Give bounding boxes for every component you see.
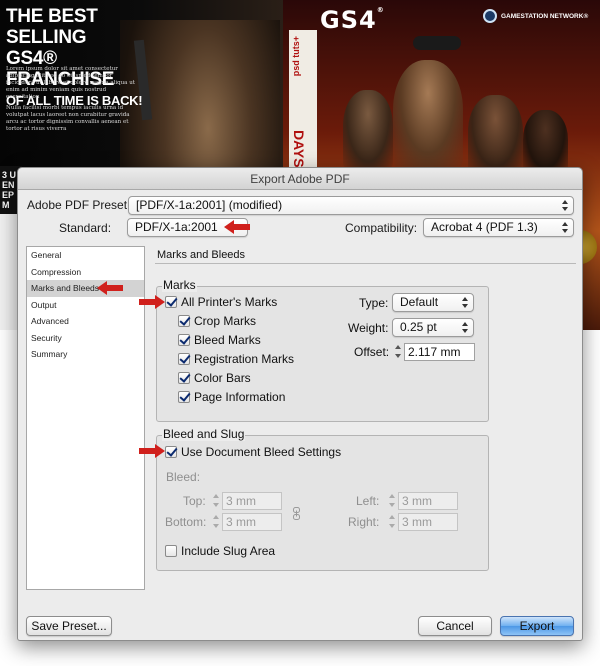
- checkbox-checked-icon: [178, 353, 190, 365]
- use-document-bleed-label: Use Document Bleed Settings: [181, 445, 342, 459]
- bleed-top-label: Top:: [183, 494, 206, 508]
- bleed-top-stepper[interactable]: [212, 492, 221, 509]
- export-button[interactable]: Export: [500, 616, 574, 636]
- offset-label: Offset:: [354, 345, 390, 359]
- bleed-left-label: Left:: [356, 494, 380, 508]
- checkbox-checked-icon: [178, 372, 190, 384]
- red-annotation-arrow-icon: [224, 220, 250, 234]
- page-information-label: Page Information: [194, 390, 286, 404]
- box-brand-text: psd tuts+: [291, 36, 301, 77]
- checkbox-checked-icon: [178, 334, 190, 346]
- network-logo-text: GAMESTATION NETWORK®: [501, 12, 589, 20]
- sidebar-item-advanced[interactable]: Advanced: [27, 313, 144, 330]
- updown-arrows-icon: [462, 296, 468, 309]
- gs4-logo-text: GS4: [320, 6, 377, 34]
- updown-arrows-icon: [562, 199, 568, 212]
- dialog-title: Export Adobe PDF: [18, 168, 582, 190]
- type-dropdown[interactable]: Default: [392, 293, 474, 312]
- type-label: Type:: [359, 296, 389, 310]
- red-annotation-arrow-icon: [139, 444, 165, 458]
- crop-marks-label: Crop Marks: [194, 314, 257, 328]
- save-preset-button[interactable]: Save Preset...: [26, 616, 112, 636]
- compatibility-value: Acrobat 4 (PDF 1.3): [431, 220, 538, 234]
- checkbox-unchecked-icon: [165, 545, 177, 557]
- character-figure: [523, 110, 568, 175]
- use-document-bleed-checkbox[interactable]: Use Document Bleed Settings: [165, 445, 341, 459]
- checkbox-checked-icon: [165, 296, 177, 308]
- checkbox-checked-icon: [165, 446, 177, 458]
- pane-divider: [155, 263, 576, 264]
- updown-arrows-icon: [462, 321, 468, 334]
- pane-title: Marks and Bleeds: [157, 249, 246, 261]
- bleed-marks-label: Bleed Marks: [194, 333, 261, 347]
- sidebar-item-summary[interactable]: Summary: [27, 346, 144, 363]
- character-figure: [393, 60, 463, 170]
- sidebar-item-general[interactable]: General: [27, 247, 144, 264]
- standard-label: Standard:: [59, 221, 112, 235]
- updown-arrows-icon: [562, 221, 568, 234]
- marks-group-title: Marks: [162, 278, 197, 292]
- character-figure: [468, 95, 523, 175]
- bleed-right-field[interactable]: 3 mm: [398, 513, 458, 531]
- weight-value: 0.25 pt: [400, 320, 437, 334]
- preset-label: Adobe PDF Preset:: [27, 198, 131, 212]
- preset-value: [PDF/X-1a:2001] (modified): [136, 198, 283, 212]
- bleed-label: Bleed:: [166, 470, 201, 484]
- gamestation-network-logo: GAMESTATION NETWORK®: [483, 9, 588, 23]
- compatibility-label: Compatibility:: [345, 221, 418, 235]
- sidebar-item-security[interactable]: Security: [27, 330, 144, 347]
- helicopter-image: [413, 36, 461, 50]
- headline-line-1: THE BEST SELLING: [6, 6, 98, 48]
- settings-category-list: General Compression Marks and Bleeds Out…: [26, 246, 145, 590]
- bleed-left-field[interactable]: 3 mm: [398, 492, 458, 510]
- network-ring-icon: [483, 9, 497, 23]
- red-annotation-arrow-icon: [139, 295, 165, 309]
- sidebar-item-marks-and-bleeds[interactable]: Marks and Bleeds: [27, 280, 144, 297]
- bleed-right-stepper[interactable]: [388, 513, 397, 530]
- standard-value: PDF/X-1a:2001: [135, 220, 218, 234]
- compatibility-dropdown[interactable]: Acrobat 4 (PDF 1.3): [423, 218, 574, 237]
- color-bars-checkbox[interactable]: Color Bars: [178, 371, 251, 385]
- all-printers-marks-label: All Printer's Marks: [181, 295, 278, 309]
- include-slug-area-checkbox[interactable]: Include Slug Area: [165, 544, 275, 558]
- offset-field[interactable]: 2.117 mm: [404, 343, 475, 361]
- bleed-top-field[interactable]: 3 mm: [222, 492, 282, 510]
- cancel-button[interactable]: Cancel: [418, 616, 492, 636]
- gs4-logo: GS4®: [320, 6, 385, 34]
- character-figure: [343, 90, 393, 170]
- bleed-bottom-field[interactable]: 3 mm: [222, 513, 282, 531]
- include-slug-area-label: Include Slug Area: [181, 544, 276, 558]
- crop-marks-checkbox[interactable]: Crop Marks: [178, 314, 256, 328]
- sidebar-item-output[interactable]: Output: [27, 297, 144, 314]
- checkbox-checked-icon: [178, 315, 190, 327]
- sidebar-item-compression[interactable]: Compression: [27, 264, 144, 281]
- weight-label: Weight:: [348, 321, 389, 335]
- chain-link-icon[interactable]: [292, 507, 301, 520]
- weight-dropdown[interactable]: 0.25 pt: [392, 318, 474, 337]
- bleed-slug-group-title: Bleed and Slug: [162, 427, 246, 441]
- poster-blurb-text: Lorem ipsum dolor sit amet consectetur a…: [6, 66, 135, 132]
- preset-dropdown[interactable]: [PDF/X-1a:2001] (modified): [128, 196, 574, 215]
- export-pdf-dialog: Export Adobe PDF Adobe PDF Preset: [PDF/…: [17, 167, 583, 641]
- bleed-right-label: Right:: [348, 515, 380, 529]
- registration-marks-label: Registration Marks: [194, 352, 295, 366]
- bleed-bottom-label: Bottom:: [165, 515, 207, 529]
- offset-stepper[interactable]: [394, 343, 403, 360]
- bleed-bottom-stepper[interactable]: [212, 513, 221, 530]
- bleed-marks-checkbox[interactable]: Bleed Marks: [178, 333, 261, 347]
- bleed-left-stepper[interactable]: [388, 492, 397, 509]
- red-annotation-arrow-icon: [97, 281, 123, 295]
- page-information-checkbox[interactable]: Page Information: [178, 390, 285, 404]
- registration-marks-checkbox[interactable]: Registration Marks: [178, 352, 294, 366]
- all-printers-marks-checkbox[interactable]: All Printer's Marks: [165, 295, 277, 309]
- color-bars-label: Color Bars: [194, 371, 251, 385]
- checkbox-checked-icon: [178, 391, 190, 403]
- type-value: Default: [400, 295, 439, 309]
